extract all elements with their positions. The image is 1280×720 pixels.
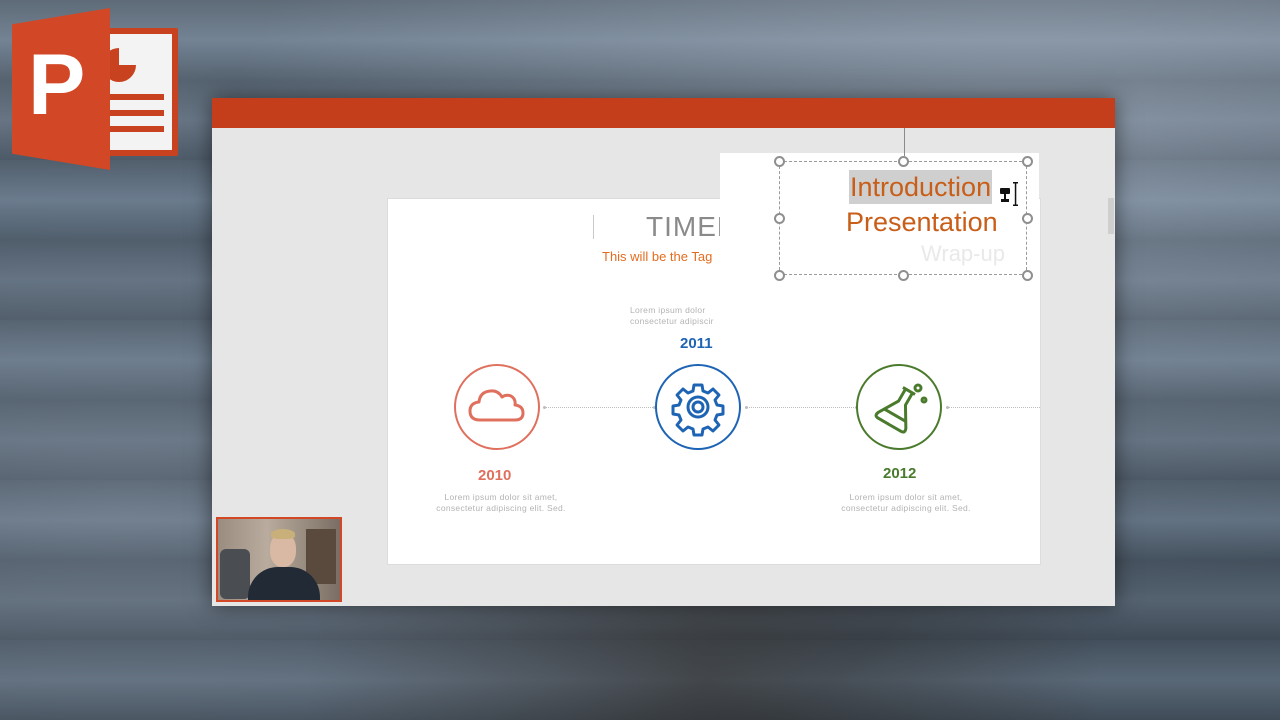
powerpoint-logo-icon: P	[12, 8, 178, 170]
gear-icon	[671, 383, 725, 437]
resize-handle-top-right[interactable]	[1022, 156, 1033, 167]
resize-handle-top[interactable]	[898, 156, 909, 167]
resize-handle-bottom-left[interactable]	[774, 270, 785, 281]
milestone-circle-2010[interactable]	[454, 364, 540, 450]
title-bar	[212, 98, 1115, 128]
webcam-feed	[216, 517, 342, 602]
milestone-circle-2012[interactable]	[856, 364, 942, 450]
timeline-dot	[543, 406, 546, 409]
timeline-dot	[946, 406, 949, 409]
textbox-line-wrapup[interactable]: Wrap-up	[921, 240, 1005, 268]
milestone-text-2011: Lorem ipsum dolor consectetur adipiscir	[630, 305, 714, 326]
milestone-year-2012: 2012	[883, 465, 917, 482]
resize-handle-bottom-right[interactable]	[1022, 270, 1033, 281]
textbox-line-introduction[interactable]: Introduction	[849, 170, 993, 204]
title-divider	[593, 215, 594, 239]
cloud-icon	[468, 389, 525, 422]
timeline-connector	[746, 407, 856, 408]
scrollbar-thumb[interactable]	[1108, 198, 1114, 234]
timeline-connector	[948, 407, 1040, 408]
resize-handle-left[interactable]	[774, 213, 785, 224]
logo-letter: P	[28, 37, 86, 133]
slide-tagline[interactable]: This will be the Tag	[602, 249, 712, 264]
format-painter-cursor-icon	[1000, 182, 1018, 206]
milestone-year-2010: 2010	[478, 467, 512, 484]
textbox-line-presentation[interactable]: Presentation	[846, 205, 998, 239]
timeline-connector	[545, 407, 655, 408]
resize-handle-top-left[interactable]	[774, 156, 785, 167]
resize-handle-bottom[interactable]	[898, 270, 909, 281]
powerpoint-window: TIMEL This will be the Tag 2010 Lorem ip…	[212, 98, 1115, 606]
milestone-text-2012: Lorem ipsum dolor sit amet, consectetur a…	[841, 492, 971, 513]
milestone-circle-2011[interactable]	[655, 364, 741, 450]
timeline-dot	[745, 406, 748, 409]
resize-handle-right[interactable]	[1022, 213, 1033, 224]
milestone-year-2011: 2011	[680, 335, 713, 352]
milestone-text-2010: Lorem ipsum dolor sit amet, consectetur a…	[436, 492, 566, 513]
flask-icon	[874, 383, 928, 434]
rotate-handle-line	[904, 128, 905, 156]
